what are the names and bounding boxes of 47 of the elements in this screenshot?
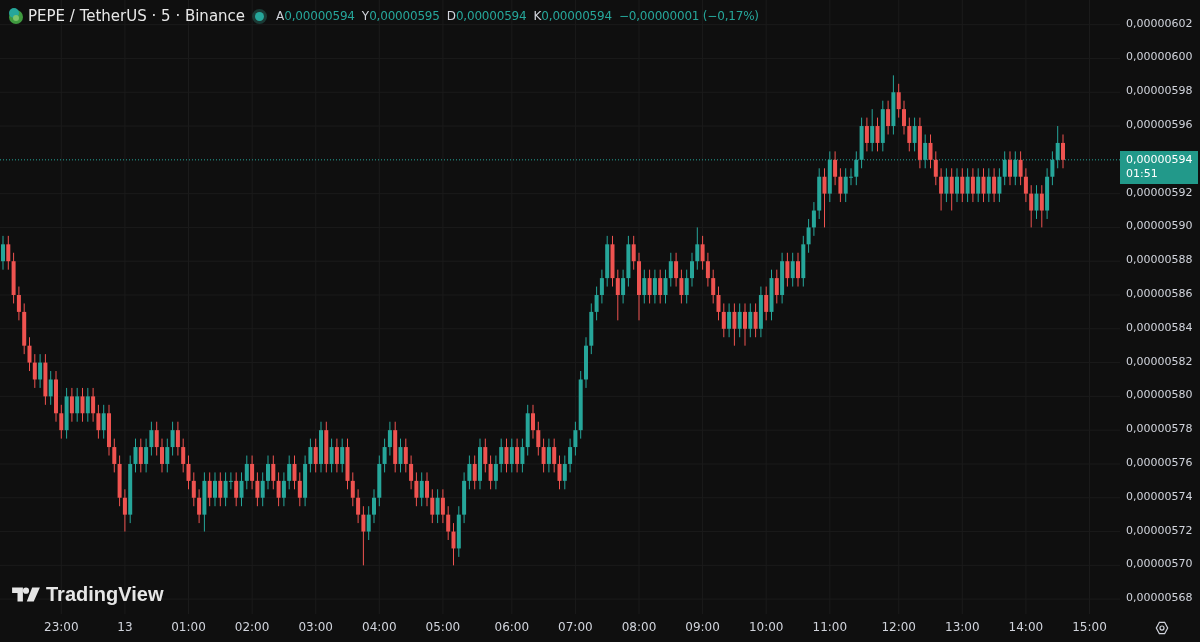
price-label: 0,00000584: [1126, 320, 1193, 334]
price-label: 0,00000578: [1126, 422, 1193, 436]
ohlc-value: 0,00000594: [455, 9, 527, 23]
time-label: 09:00: [685, 620, 720, 634]
last-price: 0,00000594: [1126, 152, 1194, 167]
price-label: 0,00000568: [1126, 591, 1193, 605]
ohlc-key: A: [276, 9, 285, 23]
price-label: 0,00000596: [1126, 118, 1193, 132]
ohlc-key: Y: [361, 9, 370, 23]
time-label: 05:00: [425, 620, 461, 634]
time-label: 15:00: [1072, 620, 1107, 634]
price-change: −0,00000001 (−0,17%): [618, 9, 759, 23]
price-label: 0,00000602: [1126, 16, 1193, 30]
ohlc-value: 0,00000594: [541, 9, 612, 23]
ohlc-value: 0,00000594: [284, 9, 355, 23]
candle-countdown: 01:51: [1126, 166, 1159, 181]
time-label: 07:00: [558, 620, 593, 634]
symbol-title[interactable]: PEPE / TetherUS · 5 · Binance: [28, 7, 246, 25]
price-label: 0,00000600: [1126, 50, 1193, 64]
logo-text: TradingView: [46, 583, 164, 606]
time-label: 03:00: [298, 620, 333, 634]
price-label: 0,00000572: [1126, 523, 1193, 537]
time-label: 10:00: [748, 620, 784, 634]
price-label: 0,00000592: [1126, 185, 1193, 199]
ohlc-key: D: [446, 9, 456, 23]
time-label: 13: [117, 620, 133, 634]
price-label: 0,00000598: [1126, 84, 1193, 98]
price-label: 0,00000590: [1126, 219, 1193, 233]
time-label: 13:00: [945, 620, 980, 634]
time-label: 14:00: [1008, 620, 1044, 634]
time-label: 12:00: [881, 620, 916, 634]
price-label: 0,00000570: [1126, 557, 1193, 571]
ohlc-key: K: [533, 9, 542, 23]
price-label: 0,00000588: [1126, 253, 1193, 267]
ohlc-value: 0,00000595: [369, 9, 440, 23]
time-label: 08:00: [621, 620, 657, 634]
time-label: 11:00: [812, 620, 848, 634]
price-label: 0,00000574: [1126, 489, 1193, 503]
price-label: 0,00000586: [1126, 287, 1193, 300]
price-label: 0,00000576: [1126, 455, 1193, 469]
price-label: 0,00000582: [1126, 354, 1193, 368]
time-label: 04:00: [362, 620, 397, 634]
time-label: 01:00: [171, 620, 206, 634]
time-label: 06:00: [494, 620, 530, 634]
price-label: 0,00000580: [1126, 388, 1193, 402]
time-label: 02:00: [234, 620, 270, 634]
time-label: 23:00: [44, 620, 79, 634]
